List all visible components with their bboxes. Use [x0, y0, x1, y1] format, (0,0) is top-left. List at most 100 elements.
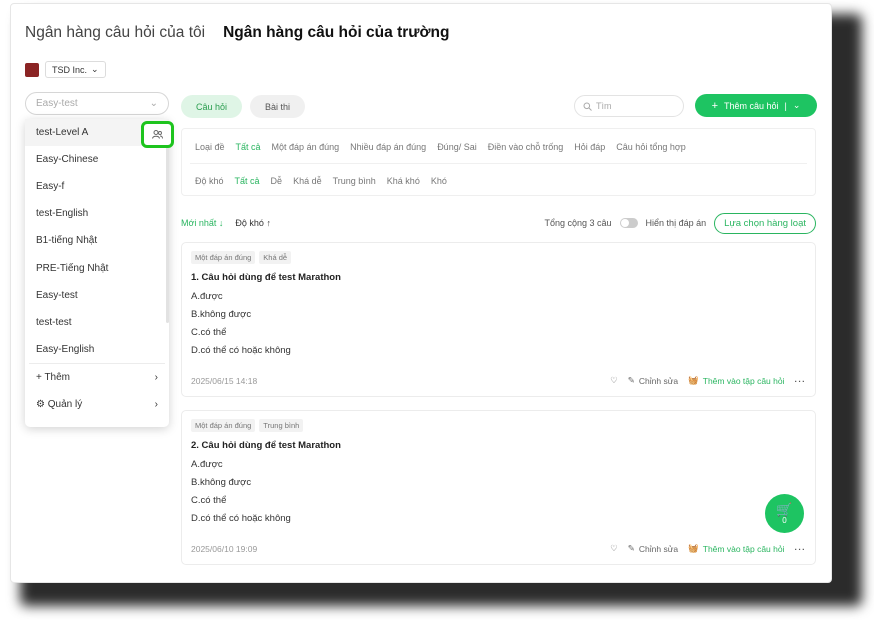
add-to-set-label: Thêm vào tập câu hỏi — [702, 543, 785, 554]
dropdown-item[interactable]: Easy-English — [25, 336, 169, 363]
search-input[interactable]: Tìm — [574, 95, 684, 117]
plus-icon: + — [711, 99, 718, 112]
add-question-button[interactable]: + Thêm câu hỏi | ⌄ — [695, 94, 817, 117]
dropdown-item-label: test-English — [36, 208, 89, 220]
filter-difficulty-option[interactable]: Khó — [431, 176, 447, 186]
dropdown-item[interactable]: Easy-test — [25, 282, 169, 309]
dropdown-add[interactable]: + Thêm › — [25, 364, 169, 391]
question-date: 2025/06/15 14:18 — [191, 375, 258, 386]
more-icon[interactable]: ··· — [795, 376, 807, 386]
filter-type-option[interactable]: Điền vào chỗ trống — [488, 142, 564, 152]
question-option: D.có thể có hoặc không — [191, 345, 291, 356]
dropdown-item[interactable]: Easy-f — [25, 173, 169, 200]
filter-type-row: Loại đề Tất cả Một đáp án đúng Nhiều đáp… — [195, 142, 686, 152]
chevron-down-icon: ⌄ — [91, 64, 99, 74]
org-name: TSD Inc. — [52, 64, 88, 75]
tab-exams[interactable]: Bài thi — [250, 95, 306, 118]
org-select[interactable]: TSD Inc. ⌄ — [45, 61, 106, 78]
question-option: C.có thể — [191, 327, 227, 338]
org-logo — [25, 62, 39, 77]
filter-difficulty-option[interactable]: Tất cả — [235, 176, 260, 186]
basket-icon: 🧺 — [688, 543, 699, 553]
question-option: B.không được — [191, 309, 252, 320]
dropdown-item-label: test-test — [36, 316, 72, 328]
sort-difficulty[interactable]: Độ khó ↑ — [235, 218, 271, 228]
question-option: D.có thể có hoặc không — [191, 513, 291, 524]
favorite-icon[interactable]: ♡ — [610, 543, 618, 554]
show-answer-toggle[interactable] — [619, 218, 638, 228]
question-footer: 2025/06/15 14:18 ♡ ✎ Chỉnh sửa 🧺 Thêm vào … — [191, 375, 806, 386]
bank-dropdown: test-Level A Easy-Chinese Easy-f test-En… — [25, 119, 174, 427]
question-tags: Một đáp án đúng Khá dễ — [191, 251, 806, 264]
edit-icon: ✎ — [627, 543, 635, 553]
app-window: Ngân hàng câu hỏi của tôi Ngân hàng câu … — [10, 3, 832, 583]
dropdown-item-label: PRE-Tiếng Nhật — [36, 262, 109, 274]
filter-panel: Loại đề Tất cả Một đáp án đúng Nhiều đáp… — [181, 128, 816, 196]
add-to-set-label: Thêm vào tập câu hỏi — [702, 375, 785, 386]
question-option: A.được — [191, 459, 223, 470]
dropdown-item[interactable]: test-test — [25, 309, 169, 336]
search-icon — [583, 102, 592, 111]
dropdown-manage[interactable]: ⚙ Quản lý › — [25, 391, 169, 418]
filter-type-label: Loại đề — [195, 142, 225, 152]
basket-count: 0 — [782, 515, 787, 525]
question-basket-button[interactable]: 🛒 0 — [765, 494, 804, 533]
question-footer: 2025/06/10 19:09 ♡ ✎ Chỉnh sửa 🧺 Thêm vào … — [191, 543, 806, 554]
batch-select-button[interactable]: Lựa chọn hàng loạt — [714, 212, 816, 234]
edit-button[interactable]: ✎ Chỉnh sửa — [628, 375, 678, 386]
dropdown-item[interactable]: test-English — [25, 200, 169, 227]
tab-questions[interactable]: Câu hỏi — [181, 95, 243, 118]
add-to-set-button[interactable]: 🧺 Thêm vào tập câu hỏi — [688, 375, 784, 386]
filter-type-option[interactable]: Tất cả — [236, 142, 261, 152]
filter-difficulty-option[interactable]: Trung bình — [333, 176, 376, 186]
filter-type-option[interactable]: Đúng/ Sai — [437, 142, 477, 152]
dropdown-item[interactable]: Easy-Chinese — [25, 146, 169, 173]
dropdown-item[interactable]: B1-tiếng Nhật — [25, 227, 169, 254]
more-icon[interactable]: ··· — [795, 544, 807, 554]
question-difficulty-tag: Khá dễ — [259, 251, 292, 264]
tab-school-bank[interactable]: Ngân hàng câu hỏi của trường — [223, 24, 449, 42]
bank-select[interactable]: Easy-test ⌄ — [25, 92, 169, 115]
user-group-icon[interactable] — [141, 121, 174, 148]
question-tags: Một đáp án đúng Trung bình — [191, 419, 806, 432]
chevron-right-icon: › — [154, 398, 158, 410]
filter-type-option[interactable]: Hỏi đáp — [574, 142, 605, 152]
sort-newest[interactable]: Mới nhất ↓ — [181, 218, 223, 228]
dropdown-item[interactable]: test-Level A — [25, 119, 174, 148]
filter-type-option[interactable]: Nhiều đáp án đúng — [350, 142, 426, 152]
filter-difficulty-option[interactable]: Dễ — [271, 176, 283, 186]
edit-label: Chỉnh sửa — [638, 375, 679, 386]
bank-select-value: Easy-test — [36, 98, 78, 109]
org-switcher: TSD Inc. ⌄ — [25, 61, 106, 78]
tab-my-bank[interactable]: Ngân hàng câu hỏi của tôi — [25, 24, 205, 42]
chevron-down-icon: ⌄ — [149, 98, 158, 109]
total-count: Tổng cộng 3 câu — [544, 218, 612, 228]
filter-type-option[interactable]: Một đáp án đúng — [272, 142, 340, 152]
filter-difficulty-option[interactable]: Khá khó — [387, 176, 420, 186]
search-placeholder: Tìm — [596, 101, 612, 111]
sort-right: Tổng cộng 3 câu Hiển thị đáp án Lựa chọn… — [544, 212, 816, 234]
dropdown-item-label: B1-tiếng Nhật — [36, 235, 98, 247]
add-to-set-button[interactable]: 🧺 Thêm vào tập câu hỏi — [688, 543, 784, 554]
edit-button[interactable]: ✎ Chỉnh sửa — [628, 543, 678, 554]
edit-icon: ✎ — [627, 375, 635, 385]
favorite-icon[interactable]: ♡ — [610, 375, 618, 386]
dropdown-item[interactable]: PRE-Tiếng Nhật — [25, 254, 169, 281]
question-date: 2025/06/10 19:09 — [191, 543, 258, 554]
question-option: C.có thể — [191, 495, 227, 506]
basket-icon: 🛒 — [776, 501, 793, 517]
edit-label: Chỉnh sửa — [638, 543, 679, 554]
dropdown-item-label: Easy-test — [36, 289, 78, 301]
separator: | — [784, 100, 787, 111]
type-tabs: Câu hỏi Bài thi — [181, 95, 306, 118]
question-card: Một đáp án đúng Trung bình 2. Câu hỏi dù… — [181, 410, 816, 565]
question-title: 1. Câu hỏi dùng để test Marathon — [191, 272, 341, 283]
chevron-down-icon[interactable]: ⌄ — [793, 100, 801, 111]
dropdown-item-label: Easy-Chinese — [36, 154, 99, 166]
question-option: B.không được — [191, 477, 252, 488]
filter-type-option[interactable]: Câu hỏi tổng hợp — [616, 142, 685, 152]
filter-difficulty-label: Độ khó — [195, 176, 224, 186]
filter-difficulty-option[interactable]: Khá dễ — [293, 176, 322, 186]
bank-tabs: Ngân hàng câu hỏi của tôi Ngân hàng câu … — [25, 24, 449, 42]
question-option: A.được — [191, 291, 223, 302]
